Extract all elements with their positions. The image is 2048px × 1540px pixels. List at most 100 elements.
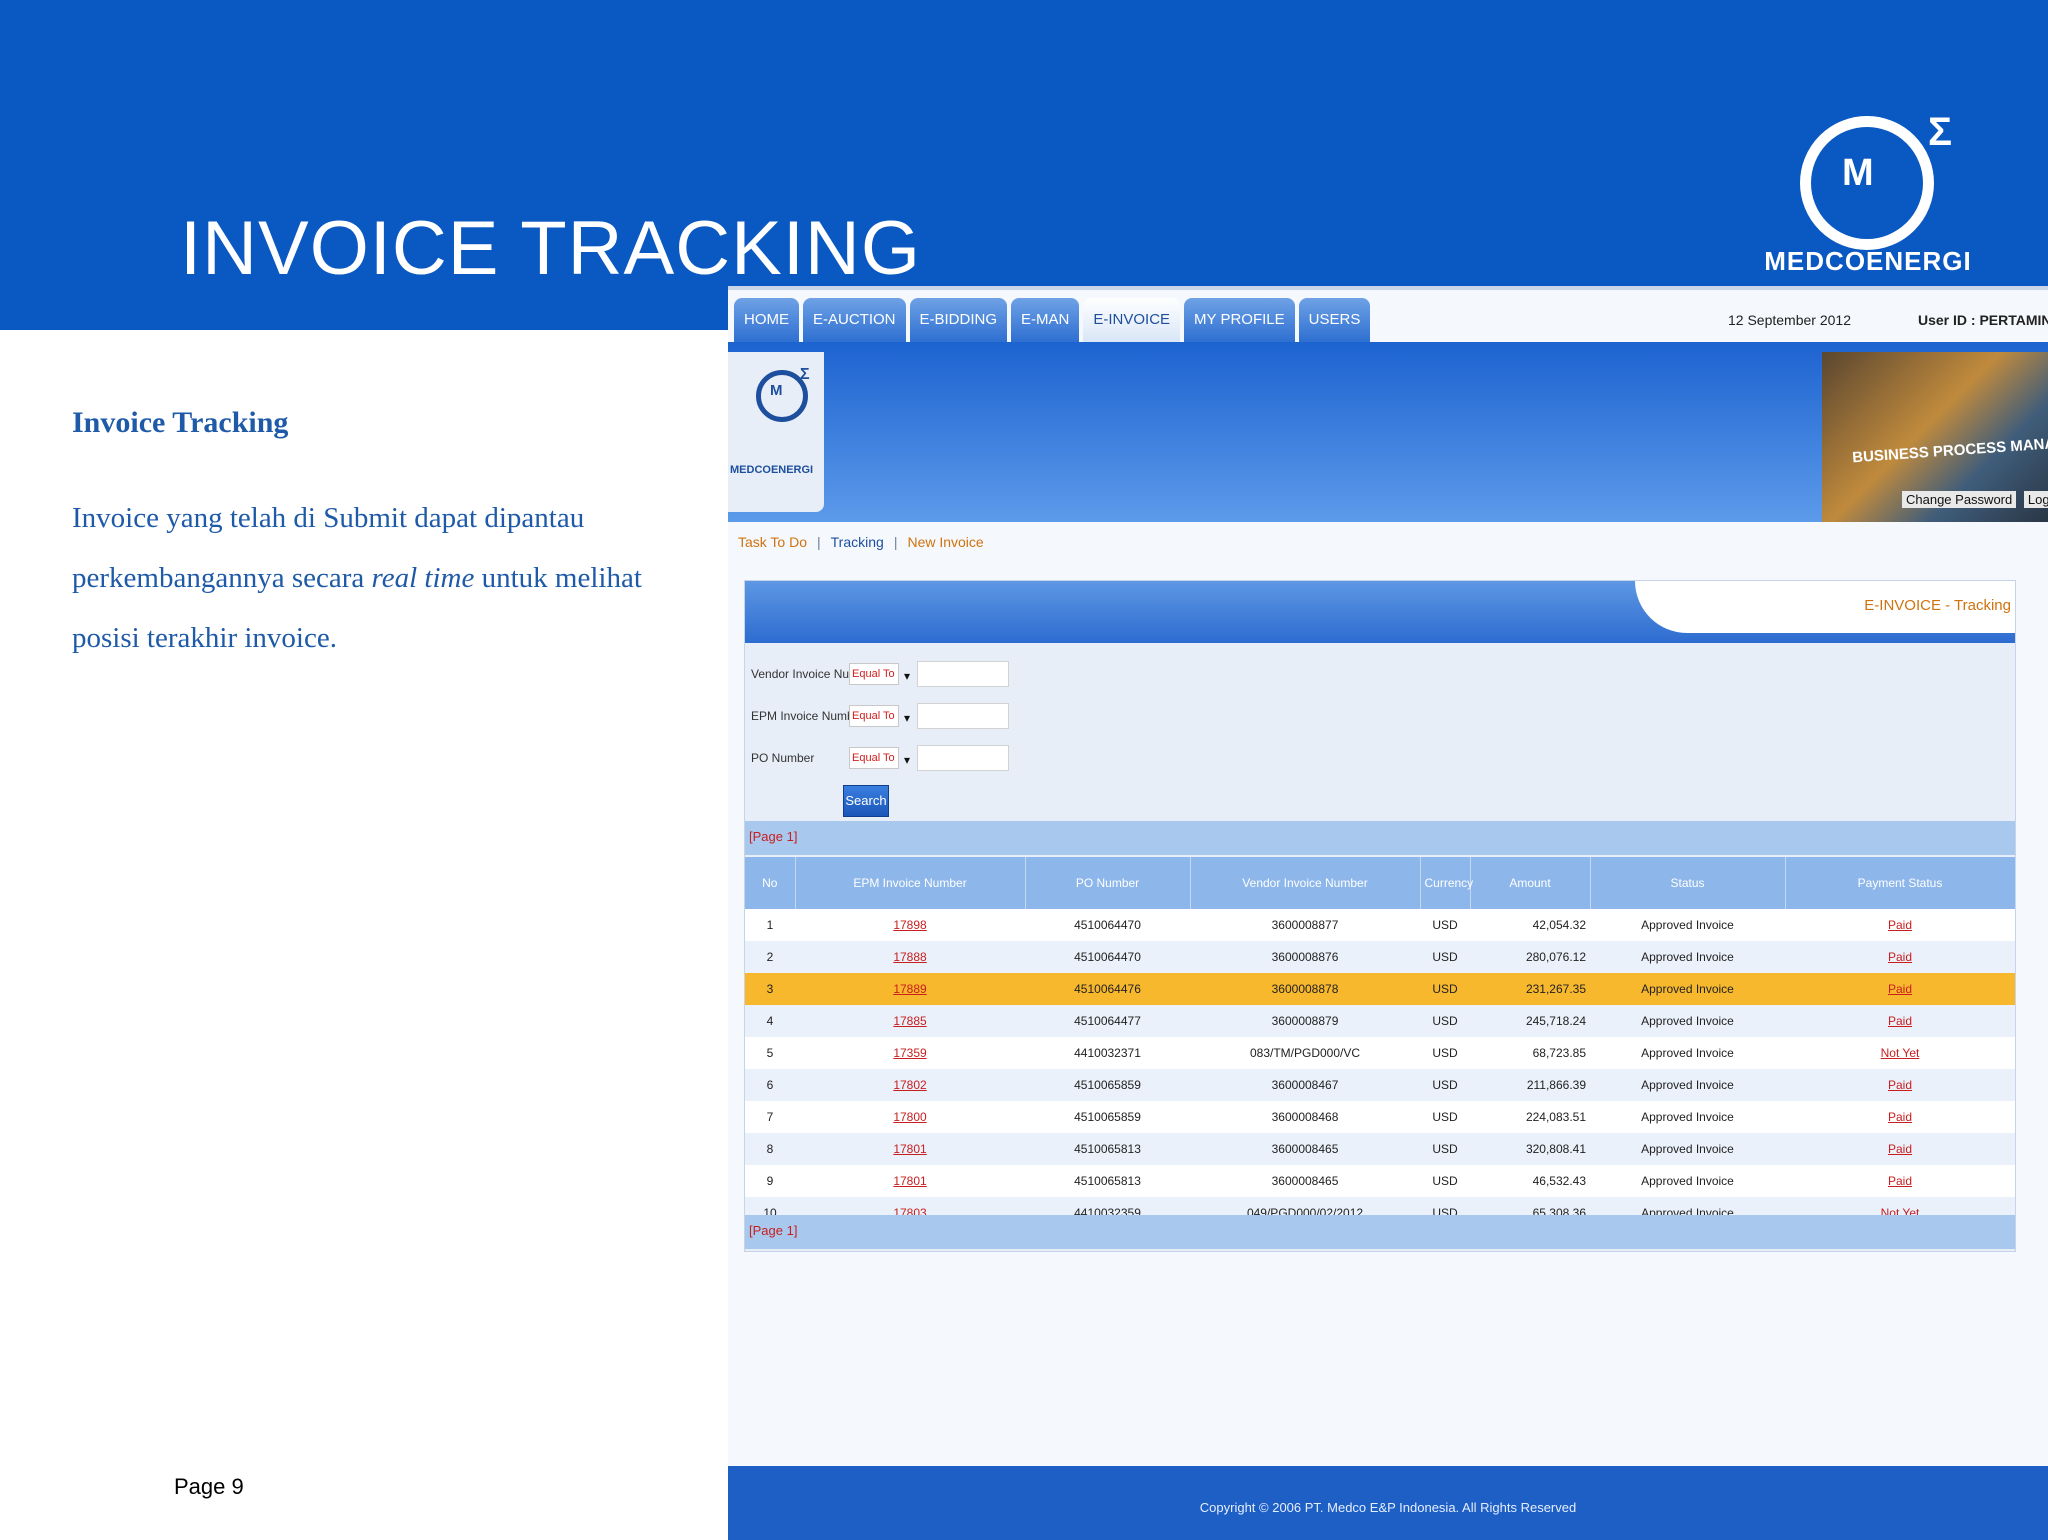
cell-payment-status[interactable]: Paid xyxy=(1785,1005,2015,1037)
change-password-link[interactable]: Change Password xyxy=(1902,491,2017,508)
table-row[interactable]: 5 17359 4410032371 083/TM/PGD000/VC USD 68,72… xyxy=(745,1037,2015,1069)
cell-vendor-invoice-number: 3600008465 xyxy=(1190,1165,1420,1197)
cell-payment-status[interactable]: Paid xyxy=(1785,909,2015,941)
column-header-status: Status xyxy=(1590,857,1786,909)
cell-epm-invoice-number[interactable]: 17889 xyxy=(795,973,1025,1005)
cell-currency: USD xyxy=(1420,1165,1470,1197)
cell-no: 2 xyxy=(745,941,795,973)
column-header-amount: Amount xyxy=(1470,857,1591,909)
column-header-currency: Currency xyxy=(1420,857,1473,909)
subnav-tracking[interactable]: Tracking xyxy=(831,534,884,550)
nav-tab-e-auction[interactable]: E-AUCTION xyxy=(803,298,906,342)
cell-payment-status[interactable]: Paid xyxy=(1785,973,2015,1005)
page-number: Page 9 xyxy=(174,1474,244,1499)
cell-amount: 245,718.24 xyxy=(1470,1005,1590,1037)
nav-tab-e-bidding[interactable]: E-BIDDING xyxy=(909,298,1008,342)
vendor-invoice-label: Vendor Invoice Number xyxy=(751,667,877,681)
epm-invoice-operator-select[interactable]: Equal To xyxy=(849,705,910,728)
app-logo-m-letter: M xyxy=(770,382,783,399)
cell-vendor-invoice-number: 3600008465 xyxy=(1190,1133,1420,1165)
cell-payment-status[interactable]: Paid xyxy=(1785,1133,2015,1165)
cell-status: Approved Invoice xyxy=(1590,941,1785,973)
cell-no: 3 xyxy=(745,973,795,1005)
description-italic: real time xyxy=(371,562,475,594)
invoice-table: No EPM Invoice Number PO Number Vendor Invo… xyxy=(745,857,2016,1229)
panel-title: E-INVOICE - Tracking xyxy=(1864,597,2011,614)
search-button[interactable]: Search xyxy=(843,785,889,817)
nav-tab-home[interactable]: HOME xyxy=(734,298,799,342)
cell-status: Approved Invoice xyxy=(1590,1005,1785,1037)
cell-po-number: 4510064476 xyxy=(1025,973,1190,1005)
cell-payment-status[interactable]: Paid xyxy=(1785,1101,2015,1133)
cell-vendor-invoice-number: 3600008467 xyxy=(1190,1069,1420,1101)
table-row[interactable]: 7 17800 4510065859 3600008468 USD 224,083.51 A… xyxy=(745,1101,2015,1133)
table-row[interactable]: 6 17802 4510065859 3600008467 USD 211,866.39 A… xyxy=(745,1069,2015,1101)
cell-amount: 320,808.41 xyxy=(1470,1133,1590,1165)
cell-po-number: 4510065813 xyxy=(1025,1165,1190,1197)
table-row[interactable]: 9 17801 4510065813 3600008465 USD 46,532.43 Ap… xyxy=(745,1165,2015,1197)
cell-vendor-invoice-number: 3600008876 xyxy=(1190,941,1420,973)
cell-payment-status[interactable]: Paid xyxy=(1785,1165,2015,1197)
cell-payment-status[interactable]: Paid xyxy=(1785,941,2015,973)
cell-payment-status[interactable]: Not Yet xyxy=(1785,1037,2015,1069)
cell-no: 1 xyxy=(745,909,795,941)
table-row[interactable]: 3 17889 4510064476 3600008878 USD 231,267.35 A… xyxy=(745,973,2015,1005)
cell-amount: 211,866.39 xyxy=(1470,1069,1590,1101)
vendor-invoice-operator-select[interactable]: Equal To xyxy=(849,663,910,686)
cell-no: 5 xyxy=(745,1037,795,1069)
vendor-invoice-input[interactable] xyxy=(917,661,1009,687)
nav-tab-e-invoice[interactable]: E-INVOICE xyxy=(1083,298,1181,342)
table-row[interactable]: 8 17801 4510065813 3600008465 USD 320,808.41 A… xyxy=(745,1133,2015,1165)
cell-currency: USD xyxy=(1420,1005,1470,1037)
cell-po-number: 4510064470 xyxy=(1025,941,1190,973)
cell-epm-invoice-number[interactable]: 17898 xyxy=(795,909,1025,941)
cell-epm-invoice-number[interactable]: 17801 xyxy=(795,1133,1025,1165)
table-row[interactable]: 1 17898 4510064470 3600008877 USD 42,054.32 Ap… xyxy=(745,909,2015,941)
table-row[interactable]: 2 17888 4510064470 3600008876 USD 280,076.12 A… xyxy=(745,941,2015,973)
vendor-invoice-row: Vendor Invoice Number Equal To xyxy=(751,661,1009,687)
cell-epm-invoice-number[interactable]: 17885 xyxy=(795,1005,1025,1037)
cell-currency: USD xyxy=(1420,973,1470,1005)
po-number-operator-select[interactable]: Equal To xyxy=(849,747,910,770)
cell-no: 6 xyxy=(745,1069,795,1101)
column-header-epm-invoice-number: EPM Invoice Number xyxy=(795,857,1026,909)
cell-epm-invoice-number[interactable]: 17888 xyxy=(795,941,1025,973)
pager-link[interactable]: [Page 1] xyxy=(749,829,797,844)
cell-epm-invoice-number[interactable]: 17802 xyxy=(795,1069,1025,1101)
table-body: 1 17898 4510064470 3600008877 USD 42,054.32 Ap… xyxy=(745,909,2015,1229)
pager-top: [Page 1] xyxy=(745,821,2015,855)
cell-amount: 46,532.43 xyxy=(1470,1165,1590,1197)
cell-status: Approved Invoice xyxy=(1590,973,1785,1005)
column-header-vendor-invoice-number: Vendor Invoice Number xyxy=(1190,857,1421,909)
subnav-task-to-do[interactable]: Task To Do xyxy=(738,534,807,550)
cell-epm-invoice-number[interactable]: 17359 xyxy=(795,1037,1025,1069)
subnav-new-invoice[interactable]: New Invoice xyxy=(907,534,983,550)
logo-wordmark: MEDCOENERGI xyxy=(1764,246,1972,276)
cell-status: Approved Invoice xyxy=(1590,1101,1785,1133)
cell-currency: USD xyxy=(1420,1037,1470,1069)
nav-tab-users[interactable]: USERS xyxy=(1298,298,1371,342)
cell-epm-invoice-number[interactable]: 17800 xyxy=(795,1101,1025,1133)
pager-link[interactable]: [Page 1] xyxy=(749,1223,797,1238)
epm-invoice-row: EPM Invoice Number Equal To xyxy=(751,703,1009,729)
subnav-separator: | xyxy=(893,534,898,550)
nav-tab-e-man[interactable]: E-MAN xyxy=(1011,298,1080,342)
logout-link[interactable]: Logout xyxy=(2023,491,2048,508)
account-links: Change Password Logout xyxy=(1898,491,2048,508)
cell-po-number: 4510064477 xyxy=(1025,1005,1190,1037)
app-footer: Copyright © 2006 PT. Medco E&P Indonesia… xyxy=(728,1466,2048,1540)
user-id: User ID : PERTAMINA GAS xyxy=(1918,312,2048,328)
cell-epm-invoice-number[interactable]: 17801 xyxy=(795,1165,1025,1197)
epm-invoice-input[interactable] xyxy=(917,703,1009,729)
column-header-no: No xyxy=(745,857,796,909)
cell-payment-status[interactable]: Paid xyxy=(1785,1069,2015,1101)
cell-status: Approved Invoice xyxy=(1590,1133,1785,1165)
cell-amount: 231,267.35 xyxy=(1470,973,1590,1005)
cell-vendor-invoice-number: 083/TM/PGD000/VC xyxy=(1190,1037,1420,1069)
table-row[interactable]: 4 17885 4510064477 3600008879 USD 245,718.24 A… xyxy=(745,1005,2015,1037)
nav-tab-my-profile[interactable]: MY PROFILE xyxy=(1184,298,1295,342)
cell-po-number: 4410032371 xyxy=(1025,1037,1190,1069)
po-number-input[interactable] xyxy=(917,745,1009,771)
cell-currency: USD xyxy=(1420,1069,1470,1101)
cell-currency: USD xyxy=(1420,941,1470,973)
